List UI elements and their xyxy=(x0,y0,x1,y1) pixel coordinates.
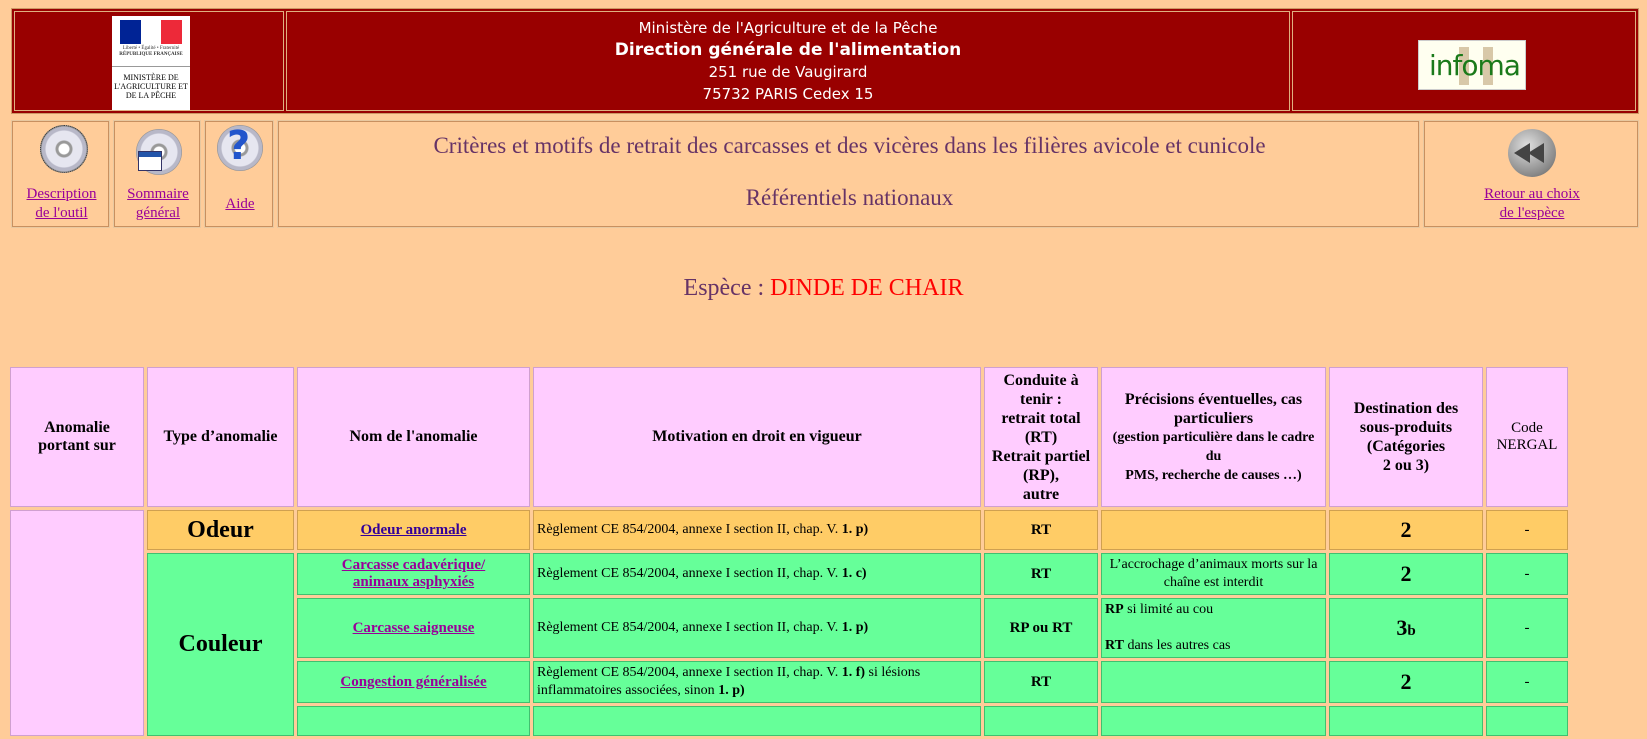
destination-cell: 3b xyxy=(1329,598,1483,658)
motivation-cell: Règlement CE 854/2004, annexe I section … xyxy=(533,661,981,703)
anomalie-name-cell: Carcasse saigneuse xyxy=(297,598,530,658)
header-city: 75732 PARIS Cedex 15 xyxy=(702,85,874,103)
col-motivation: Motivation en droit en vigueur xyxy=(533,367,981,507)
conduite-cell: RT xyxy=(984,510,1098,550)
page-subtitle: Référentiels nationaux xyxy=(745,185,954,210)
ministry-logo-cell: Liberté • Égalité • Fraternité RÉPUBLIQU… xyxy=(14,11,284,111)
precisions-cell xyxy=(1101,706,1326,736)
nav-sommaire[interactable]: Sommaire général xyxy=(113,120,201,228)
table-header-row: Anomalie portant sur Type d’anomalie Nom … xyxy=(10,367,1568,507)
code-cell: - xyxy=(1486,598,1568,658)
motivation-cell xyxy=(533,706,981,736)
retour-link[interactable]: Retour au choix de l'espèce xyxy=(1424,185,1640,223)
infoma-logo-cell: infoma xyxy=(1292,11,1636,111)
col-conduite: Conduite à tenir : retrait total (RT) Retr… xyxy=(984,367,1098,507)
espece-label: Espèce : xyxy=(683,275,771,301)
destination-cell: 2 xyxy=(1329,661,1483,703)
precisions-cell xyxy=(1101,510,1326,550)
aide-link[interactable]: Aide xyxy=(205,195,275,214)
code-cell: - xyxy=(1486,510,1568,550)
calendar-icon xyxy=(138,151,162,171)
type-odeur: Odeur xyxy=(147,510,294,550)
ministry-logo: Liberté • Égalité • Fraternité RÉPUBLIQU… xyxy=(112,16,190,110)
anomalie-link[interactable]: Carcasse saigneuse xyxy=(353,620,475,636)
conduite-cell: RP ou RT xyxy=(984,598,1098,658)
header-address: Ministère de l'Agriculture et de la Pêch… xyxy=(286,11,1290,111)
cd-icon xyxy=(40,125,88,173)
col-code: Code NERGAL xyxy=(1486,367,1568,507)
anomalie-sur-cell xyxy=(10,510,144,736)
code-cell xyxy=(1486,706,1568,736)
precisions-cell: RP si limité au cou RT dans les autres c… xyxy=(1101,598,1326,658)
motivation-cell: Règlement CE 854/2004, annexe I section … xyxy=(533,598,981,658)
col-nom: Nom de l'anomalie xyxy=(297,367,530,507)
anomalie-link[interactable]: Odeur anormale xyxy=(361,522,467,538)
col-type: Type d’anomalie xyxy=(147,367,294,507)
code-cell: - xyxy=(1486,661,1568,703)
header-street: 251 rue de Vaugirard xyxy=(708,63,868,81)
anomalie-link[interactable]: Congestion généralisée xyxy=(340,674,486,690)
precisions-cell: L’accrochage d’animaux morts sur la chaî… xyxy=(1101,553,1326,595)
espece-line: Espèce : DINDE DE CHAIR xyxy=(0,275,1647,302)
col-anomalie-sur: Anomalie portant sur xyxy=(10,367,144,507)
conduite-cell xyxy=(984,706,1098,736)
col-destination: Destination des sous-produits (Catégories… xyxy=(1329,367,1483,507)
anomalie-name-cell: Odeur anormale xyxy=(297,510,530,550)
logo-motto: Liberté • Égalité • Fraternité RÉPUBLIQU… xyxy=(119,46,183,57)
conduite-cell: RT xyxy=(984,553,1098,595)
nav-aide[interactable]: ? Aide xyxy=(204,120,274,228)
rewind-icon xyxy=(1508,129,1556,177)
destination-cell: 2 xyxy=(1329,510,1483,550)
page-title: Critères et motifs de retrait des carcas… xyxy=(433,133,1266,158)
anomalie-link[interactable]: Carcasse cadavérique/animaux asphyxiés xyxy=(301,557,526,591)
nav-bar: Description de l'outil Sommaire général ? … xyxy=(11,120,1639,228)
motivation-cell: Règlement CE 854/2004, annexe I section … xyxy=(533,553,981,595)
header-ministry: Ministère de l'Agriculture et de la Pêch… xyxy=(638,19,938,37)
anomalie-name-cell: Congestion généralisée xyxy=(297,661,530,703)
header-banner: Liberté • Égalité • Fraternité RÉPUBLIQU… xyxy=(11,8,1639,114)
sommaire-link[interactable]: Sommaire général xyxy=(114,185,202,223)
question-mark-icon: ? xyxy=(227,123,251,169)
header-direction: Direction générale de l'alimentation xyxy=(614,40,962,60)
espece-value: DINDE DE CHAIR xyxy=(770,275,964,301)
conduite-cell: RT xyxy=(984,661,1098,703)
type-couleur: Couleur xyxy=(147,553,294,736)
code-cell: - xyxy=(1486,553,1568,595)
nav-retour[interactable]: Retour au choix de l'espèce xyxy=(1423,120,1639,228)
nav-title-cell: Critères et motifs de retrait des carcas… xyxy=(277,120,1420,228)
table-row: Odeur Odeur anormale Règlement CE 854/20… xyxy=(10,510,1568,736)
marianne-flag-icon xyxy=(120,20,183,44)
anomalies-table: Anomalie portant sur Type d’anomalie Nom … xyxy=(7,364,1571,739)
infoma-logo: infoma xyxy=(1418,40,1526,90)
anomalie-name-cell: Carcasse cadavérique/animaux asphyxiés xyxy=(297,553,530,595)
description-link[interactable]: Description de l'outil xyxy=(12,185,111,223)
table-row: Couleur Carcasse cadavérique/animaux asp… xyxy=(10,553,1568,736)
anomalie-name-cell xyxy=(297,706,530,736)
col-precisions: Précisions éventuelles, cas particuliers… xyxy=(1101,367,1326,507)
nav-description[interactable]: Description de l'outil xyxy=(11,120,110,228)
destination-cell: 2 xyxy=(1329,553,1483,595)
motivation-cell: Règlement CE 854/2004, annexe I section … xyxy=(533,510,981,550)
precisions-cell xyxy=(1101,661,1326,703)
logo-ministry-text: MINISTÈRE DE L'AGRICULTURE ET DE LA PÊCH… xyxy=(112,66,190,100)
destination-cell xyxy=(1329,706,1483,736)
